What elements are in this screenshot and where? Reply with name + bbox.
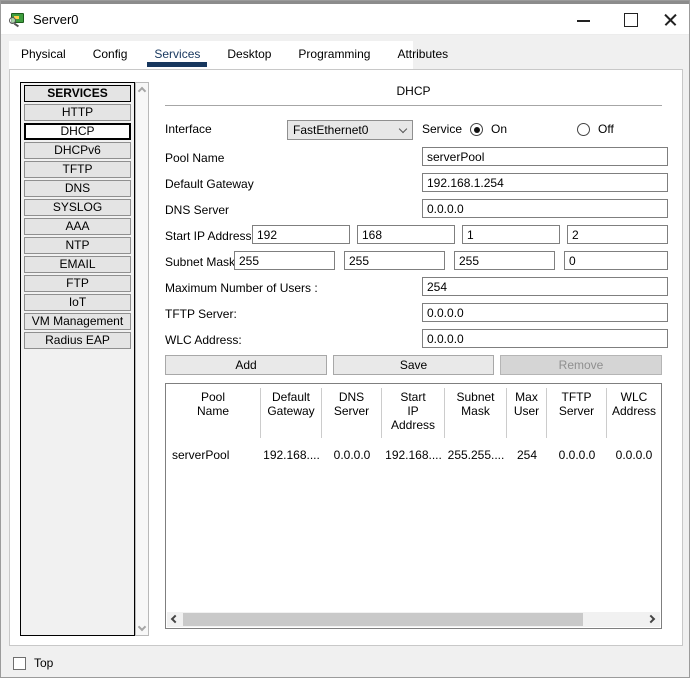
max-users-input[interactable]: [422, 277, 668, 296]
table-body: serverPool192.168....0.0.0.0192.168....2…: [166, 448, 661, 462]
subnet-mask-label: Subnet Mask:: [165, 253, 238, 272]
remove-button[interactable]: Remove: [500, 355, 662, 375]
wlc-address-label: WLC Address:: [165, 331, 242, 350]
start-ip-octet-1-input[interactable]: [252, 225, 350, 244]
services-sidebar: SERVICES HTTP DHCP DHCPv6 TFTP DNS SYSLOG AAA NT…: [20, 82, 135, 636]
table-column-header-wlc-address: WLC Address: [607, 388, 661, 438]
table-cell: 192.168....: [261, 448, 322, 462]
dns-server-input[interactable]: [422, 199, 668, 218]
sidebar-item-radius-eap[interactable]: Radius EAP: [24, 332, 131, 349]
interface-label: Interface: [165, 120, 212, 139]
tab-config[interactable]: Config: [93, 41, 128, 69]
subnet-mask-octet-4-input[interactable]: [564, 251, 668, 270]
maximize-icon[interactable]: [615, 4, 645, 35]
table-cell: 255.255....: [445, 448, 507, 462]
sidebar-item-ftp[interactable]: FTP: [24, 275, 131, 292]
interface-selected-value: FastEthernet0: [293, 123, 368, 137]
scroll-down-icon[interactable]: [138, 623, 146, 631]
subnet-mask-octet-2-input[interactable]: [344, 251, 445, 270]
tab-programming[interactable]: Programming: [298, 41, 370, 69]
table-horizontal-scrollbar[interactable]: [167, 612, 660, 627]
tftp-server-label: TFTP Server:: [165, 305, 237, 324]
table-column-header-dns-server: DNS Server: [322, 388, 382, 438]
server-dialog-window: Server0 Physical Config Services Desktop Pro…: [0, 0, 690, 678]
tab-desktop[interactable]: Desktop: [227, 41, 271, 69]
sidebar-item-dhcpv6[interactable]: DHCPv6: [24, 142, 131, 159]
sidebar-scrollbar[interactable]: [135, 82, 149, 636]
sidebar-item-http[interactable]: HTTP: [24, 104, 131, 121]
scroll-up-icon[interactable]: [138, 87, 146, 95]
scroll-right-icon[interactable]: [646, 612, 660, 627]
service-off-label: Off: [598, 120, 614, 139]
title-bar: Server0: [1, 4, 689, 35]
server-device-icon: [9, 12, 26, 27]
service-on-label: On: [491, 120, 507, 139]
sidebar-item-vm-management[interactable]: VM Management: [24, 313, 131, 330]
table-cell: 254: [507, 448, 547, 462]
sidebar-item-tftp[interactable]: TFTP: [24, 161, 131, 178]
pool-name-label: Pool Name: [165, 149, 224, 168]
sidebar-item-ntp[interactable]: NTP: [24, 237, 131, 254]
tab-physical[interactable]: Physical: [21, 41, 66, 69]
sidebar-item-dns[interactable]: DNS: [24, 180, 131, 197]
table-column-header-default-gateway: Default Gateway: [261, 388, 322, 438]
wlc-address-input[interactable]: [422, 329, 668, 348]
max-users-label: Maximum Number of Users :: [165, 279, 318, 298]
table-column-header-start-ip-address: Start IP Address: [382, 388, 445, 438]
table-cell: 0.0.0.0: [607, 448, 661, 462]
minimize-icon[interactable]: [569, 4, 599, 35]
table-header-row: Pool NameDefault GatewayDNS ServerStart …: [166, 388, 661, 438]
tftp-server-input[interactable]: [422, 303, 668, 322]
scrollbar-thumb[interactable]: [183, 613, 583, 626]
chevron-down-icon: [399, 125, 407, 133]
service-label: Service: [422, 120, 462, 139]
pool-name-input[interactable]: [422, 147, 668, 166]
heading-divider: [165, 105, 662, 106]
service-on-radio[interactable]: [470, 123, 483, 136]
tab-services[interactable]: Services: [154, 41, 200, 69]
tab-bar: Physical Config Services Desktop Programming…: [9, 41, 413, 69]
sidebar-item-dhcp[interactable]: DHCP: [24, 123, 131, 140]
sidebar-item-email[interactable]: EMAIL: [24, 256, 131, 273]
start-ip-octet-3-input[interactable]: [462, 225, 560, 244]
table-row[interactable]: serverPool192.168....0.0.0.0192.168....2…: [166, 448, 661, 462]
dhcp-pool-table: Pool NameDefault GatewayDNS ServerStart …: [165, 383, 662, 629]
table-cell: 192.168....: [382, 448, 445, 462]
tab-attributes[interactable]: Attributes: [397, 41, 448, 69]
sidebar-item-iot[interactable]: IoT: [24, 294, 131, 311]
subnet-mask-octet-1-input[interactable]: [234, 251, 335, 270]
table-column-header-subnet-mask: Subnet Mask: [445, 388, 507, 438]
dns-server-label: DNS Server: [165, 201, 229, 220]
close-icon[interactable]: [655, 4, 685, 35]
table-cell: serverPool: [166, 448, 261, 462]
table-cell: 0.0.0.0: [322, 448, 382, 462]
top-checkbox-label: Top: [34, 656, 53, 671]
save-button[interactable]: Save: [333, 355, 494, 375]
window-title: Server0: [33, 12, 79, 27]
subnet-mask-octet-3-input[interactable]: [454, 251, 555, 270]
table-column-header-pool-name: Pool Name: [166, 388, 261, 438]
table-column-header-tftp-server: TFTP Server: [547, 388, 607, 438]
services-tab-pane: SERVICES HTTP DHCP DHCPv6 TFTP DNS SYSLOG AAA NT…: [9, 69, 683, 646]
start-ip-octet-2-input[interactable]: [357, 225, 455, 244]
top-checkbox[interactable]: [13, 657, 26, 670]
default-gateway-input[interactable]: [422, 173, 668, 192]
page-title: DHCP: [165, 84, 662, 98]
interface-select[interactable]: FastEthernet0: [287, 120, 413, 140]
default-gateway-label: Default Gateway: [165, 175, 254, 194]
sidebar-header-services: SERVICES: [24, 85, 131, 102]
table-column-header-max-user: Max User: [507, 388, 547, 438]
sidebar-item-syslog[interactable]: SYSLOG: [24, 199, 131, 216]
scroll-left-icon[interactable]: [167, 612, 181, 627]
start-ip-label: Start IP Address :: [165, 227, 258, 246]
add-button[interactable]: Add: [165, 355, 327, 375]
start-ip-octet-4-input[interactable]: [567, 225, 668, 244]
service-off-radio[interactable]: [577, 123, 590, 136]
sidebar-item-aaa[interactable]: AAA: [24, 218, 131, 235]
table-cell: 0.0.0.0: [547, 448, 607, 462]
